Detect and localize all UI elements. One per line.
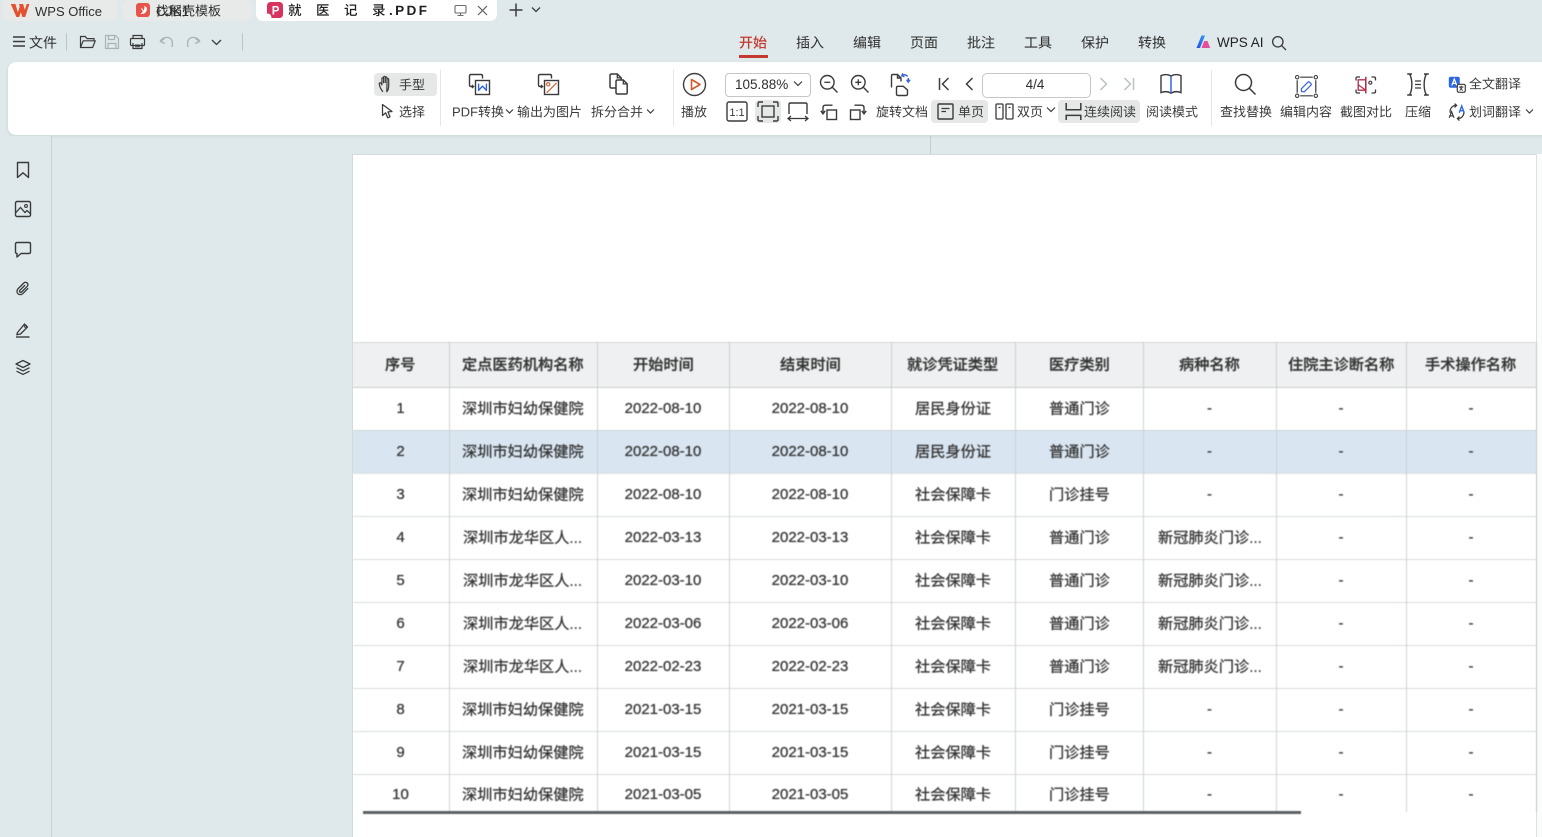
svg-text:P: P (272, 5, 280, 17)
svg-text:1:1: 1:1 (729, 107, 744, 119)
